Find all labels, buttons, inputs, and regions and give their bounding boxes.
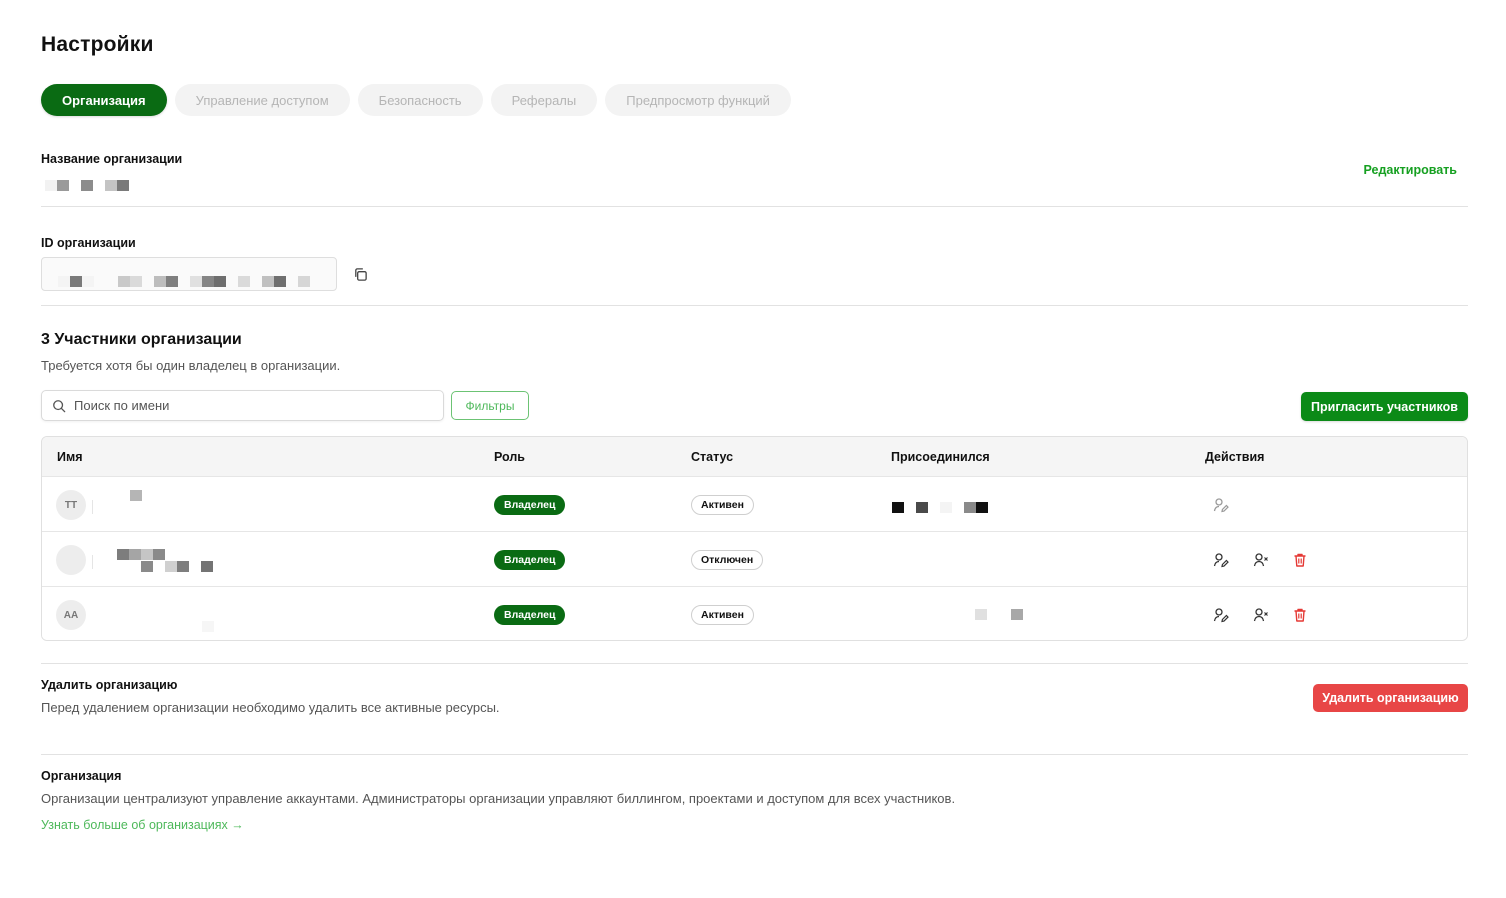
- page-title: Настройки: [41, 33, 154, 56]
- tab-feature-preview[interactable]: Предпросмотр функций: [605, 84, 791, 116]
- divider: [92, 500, 93, 514]
- member-name-redacted: [117, 549, 165, 560]
- org-name-label: Название организации: [41, 152, 183, 166]
- delete-org-description: Перед удалением организации необходимо у…: [41, 700, 500, 715]
- role-badge: Владелец: [494, 605, 566, 625]
- learn-more-link[interactable]: Узнать больше об организациях →: [41, 818, 244, 832]
- table-row: Владелец Отключен: [42, 532, 1467, 587]
- divider: [41, 305, 1468, 306]
- org-id-value-redacted: [58, 276, 310, 287]
- column-header-actions: Действия: [1205, 450, 1265, 464]
- role-badge: Владелец: [494, 495, 566, 515]
- org-id-label: ID организации: [41, 236, 136, 250]
- avatar: [56, 545, 86, 575]
- avatar: AA: [56, 600, 86, 630]
- edit-org-name-link[interactable]: Редактировать: [1364, 163, 1457, 177]
- divider: [41, 663, 1468, 664]
- member-name-redacted: [202, 621, 214, 632]
- divider: [41, 754, 1468, 755]
- status-badge: Отключен: [691, 550, 764, 570]
- remove-user-icon[interactable]: [1253, 552, 1269, 568]
- divider: [92, 555, 93, 569]
- column-header-status: Статус: [691, 450, 734, 464]
- members-table: Имя Роль Статус Присоединился Действия T…: [41, 436, 1468, 641]
- table-header: Имя Роль Статус Присоединился Действия: [42, 437, 1467, 477]
- org-name-value-redacted: [45, 180, 129, 191]
- about-description: Организации централизуют управление акка…: [41, 791, 956, 806]
- search-icon: [53, 399, 66, 412]
- remove-user-icon[interactable]: [1253, 607, 1269, 623]
- member-name-redacted: [130, 490, 142, 501]
- delete-org-button[interactable]: Удалить организацию: [1313, 684, 1468, 712]
- settings-tabs: Организация Управление доступом Безопасн…: [41, 84, 791, 116]
- trash-icon[interactable]: [1292, 607, 1308, 623]
- table-row: TT Владелец Активен: [42, 477, 1467, 532]
- edit-role-icon[interactable]: [1213, 552, 1229, 568]
- invite-members-button[interactable]: Пригласить участников: [1301, 392, 1468, 421]
- trash-icon[interactable]: [1292, 552, 1308, 568]
- column-header-joined: Присоединился: [891, 450, 990, 464]
- edit-role-icon[interactable]: [1213, 607, 1229, 623]
- tab-access-management[interactable]: Управление доступом: [174, 84, 350, 116]
- about-title: Организация: [41, 769, 122, 783]
- tab-referrals[interactable]: Рефералы: [490, 84, 598, 116]
- table-row: AA Владелец Активен: [42, 587, 1467, 640]
- joined-date-redacted: [892, 502, 988, 513]
- role-badge: Владелец: [494, 550, 566, 570]
- joined-date-redacted: [975, 609, 1023, 620]
- edit-role-icon[interactable]: [1213, 497, 1229, 513]
- org-id-field[interactable]: [41, 257, 337, 291]
- tab-security[interactable]: Безопасность: [357, 84, 483, 116]
- divider: [41, 206, 1468, 207]
- column-header-role: Роль: [494, 450, 525, 464]
- status-badge: Активен: [691, 605, 754, 625]
- search-field[interactable]: [41, 390, 444, 421]
- copy-icon[interactable]: [353, 267, 368, 282]
- tab-organization[interactable]: Организация: [41, 84, 167, 116]
- member-email-redacted: [129, 561, 213, 572]
- avatar: TT: [56, 490, 86, 520]
- members-title: 3 Участники организации: [41, 331, 242, 348]
- search-input[interactable]: [74, 398, 414, 413]
- status-badge: Активен: [691, 495, 754, 515]
- filters-button[interactable]: Фильтры: [451, 391, 529, 420]
- column-header-name: Имя: [57, 450, 83, 464]
- members-subtitle: Требуется хотя бы один владелец в органи…: [41, 358, 341, 373]
- delete-org-title: Удалить организацию: [41, 678, 178, 692]
